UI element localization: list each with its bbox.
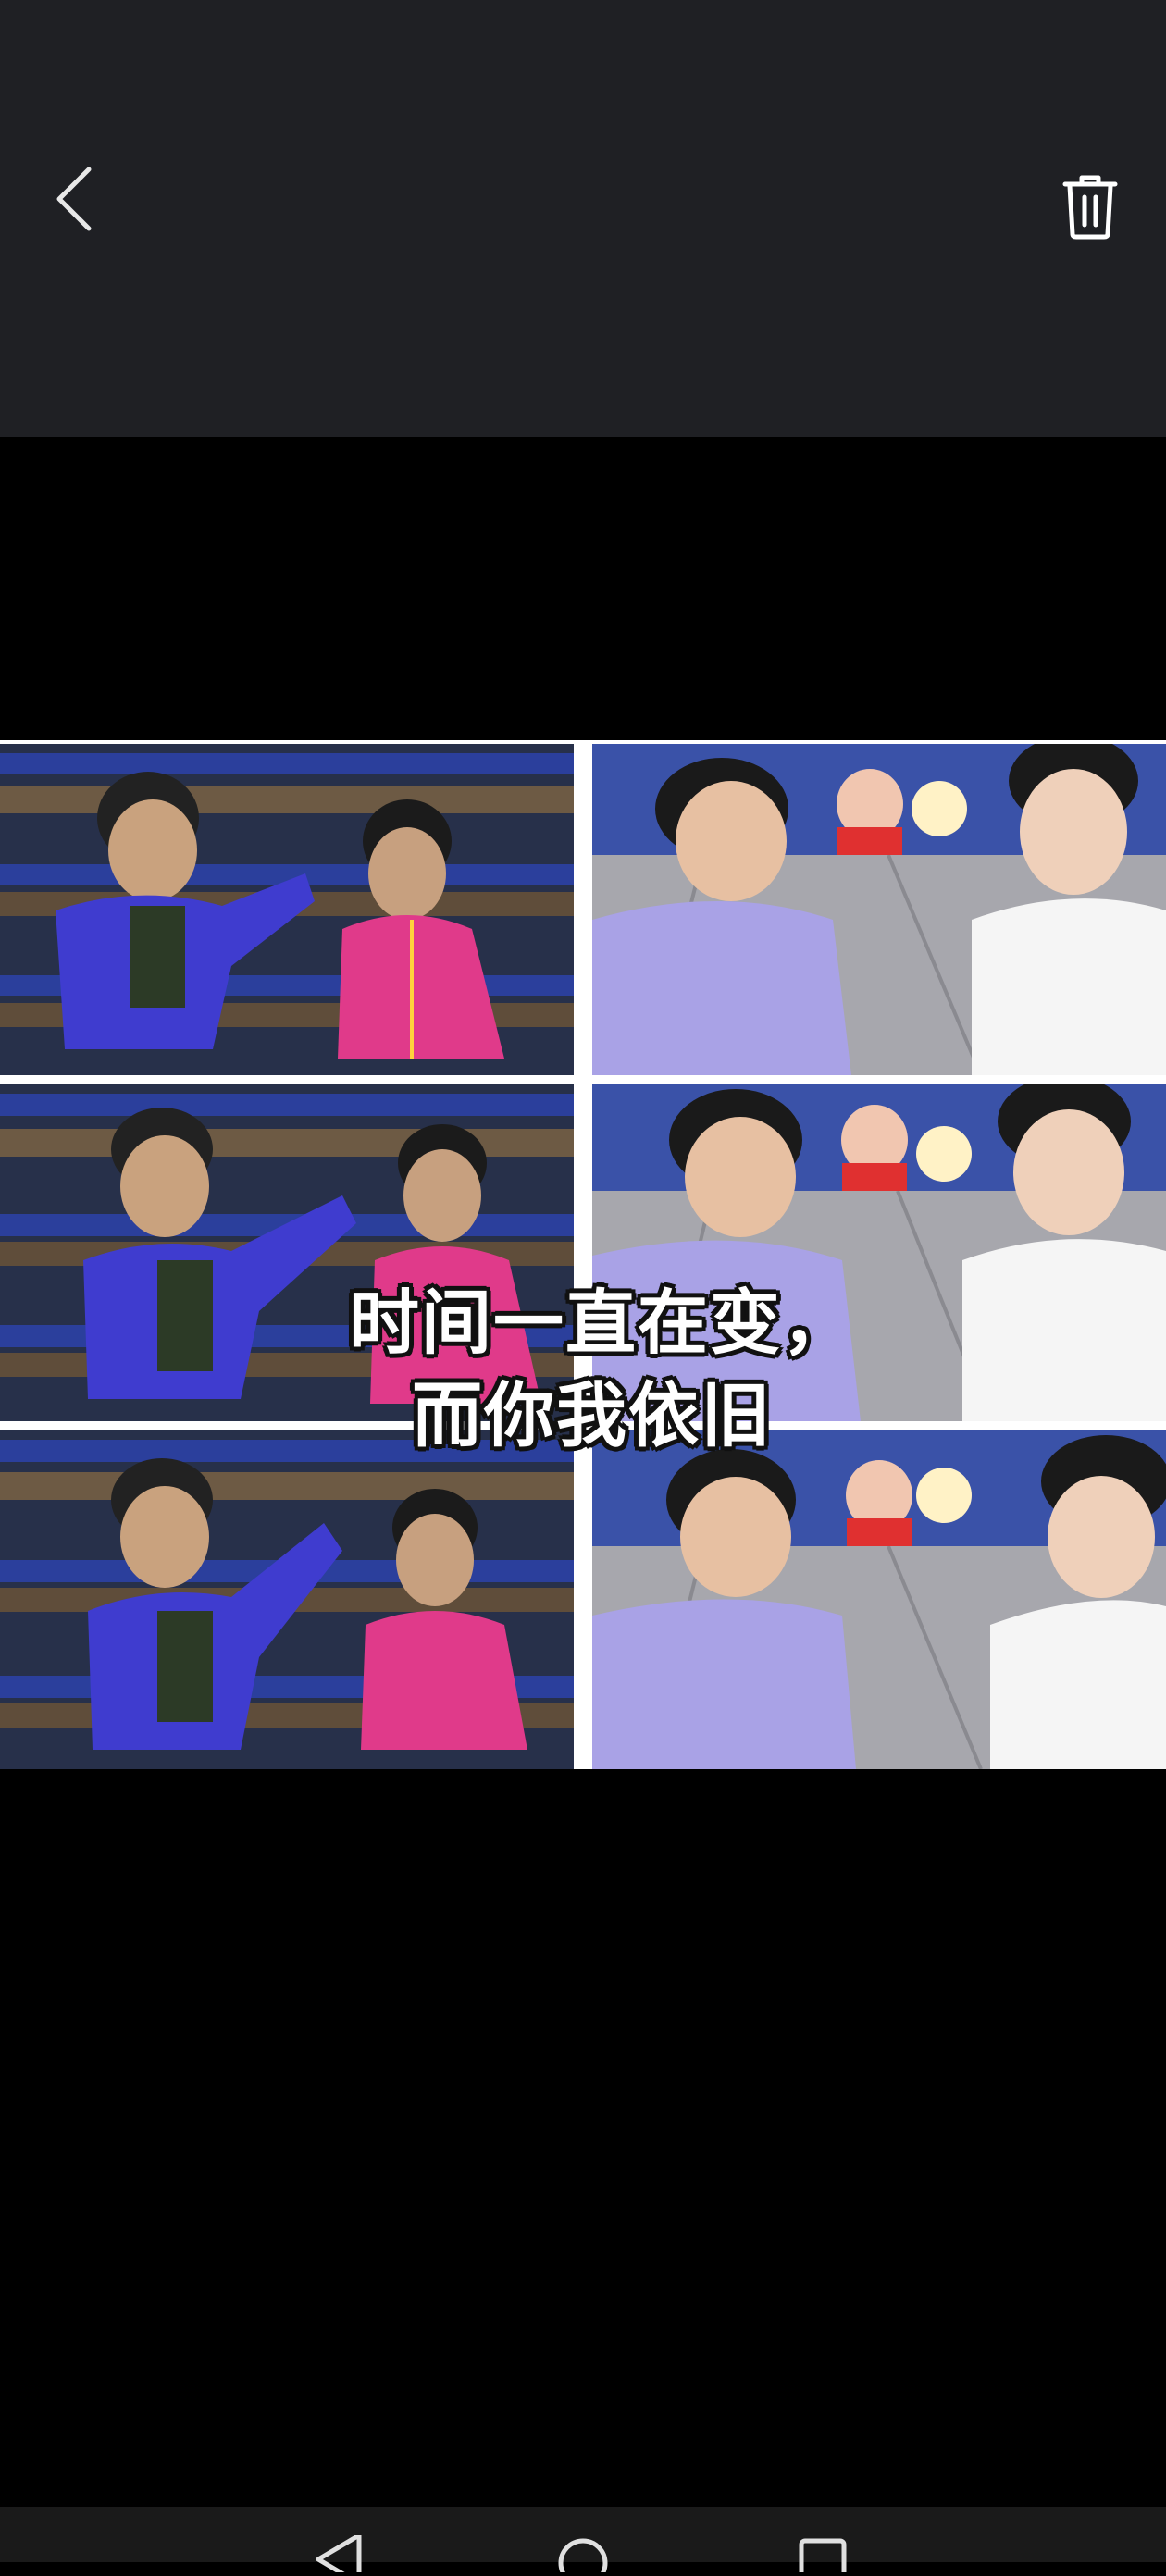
nav-home-button[interactable] [555, 2535, 611, 2576]
top-app-bar [0, 0, 1166, 437]
caption-line-1: 时间一直在变， [349, 1282, 854, 1364]
photo-panel-right-1 [592, 744, 1166, 1075]
photo-viewer[interactable] [0, 740, 1166, 1769]
back-triangle-icon [316, 2533, 362, 2576]
home-circle-icon [558, 2538, 608, 2576]
trash-icon [1062, 175, 1118, 240]
chevron-left-icon [56, 167, 92, 231]
delete-button[interactable] [1046, 162, 1135, 251]
recents-square-icon [799, 2538, 847, 2576]
back-button[interactable] [37, 157, 111, 241]
nav-recents-button[interactable] [798, 2535, 850, 2576]
photo-panel-left-1 [0, 744, 574, 1075]
nav-back-button[interactable] [315, 2533, 366, 2576]
photo-panel-left-3 [0, 1430, 574, 1769]
photo-panel-right-3 [592, 1430, 1166, 1769]
caption-line-2: 而你我依旧 [412, 1374, 773, 1456]
image-caption: 时间一直在变， 而你我依旧 [0, 1277, 1166, 1462]
